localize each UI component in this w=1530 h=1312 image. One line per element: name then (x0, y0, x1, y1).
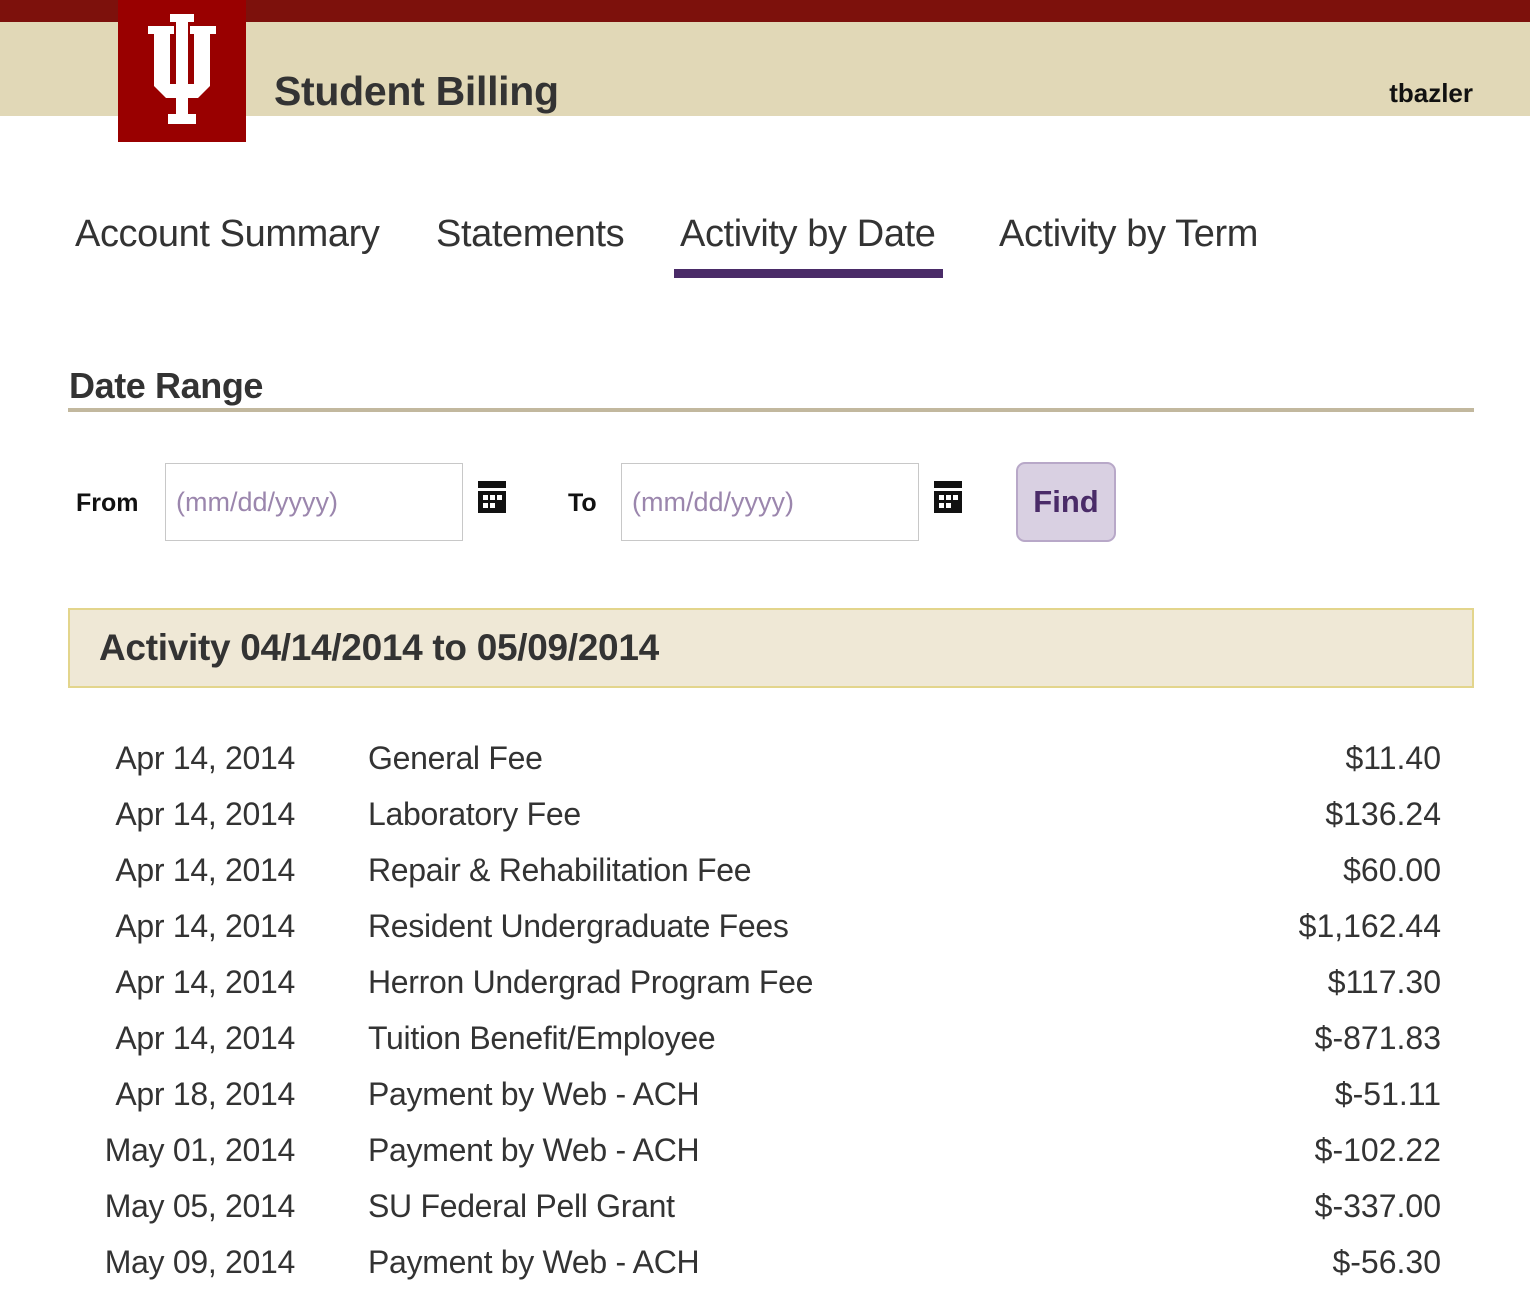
activity-date: May 09, 2014 (104, 1244, 296, 1280)
activity-row: May 09, 2014 Payment by Web - ACH $-56.3… (0, 1236, 1530, 1292)
activity-date: May 05, 2014 (104, 1188, 296, 1224)
tab-activity-by-term[interactable]: Activity by Term (999, 213, 1258, 256)
activity-amount: $117.30 (1327, 964, 1441, 1000)
activity-description: Payment by Web - ACH (368, 1132, 700, 1168)
activity-description: Payment by Web - ACH (368, 1244, 700, 1280)
trident-icon (148, 14, 216, 124)
date-range-heading: Date Range (69, 365, 264, 406)
activity-amount: $-871.83 (1314, 1020, 1441, 1056)
from-date-input[interactable] (165, 463, 463, 541)
activity-date: Apr 14, 2014 (115, 740, 295, 776)
tab-account-summary[interactable]: Account Summary (75, 213, 380, 256)
tab-activity-by-date[interactable]: Activity by Date (673, 213, 944, 278)
activity-title: Activity 04/14/2014 to 05/09/2014 (99, 627, 659, 668)
activity-amount: $-102.22 (1314, 1132, 1441, 1168)
activity-row: May 05, 2014 SU Federal Pell Grant $-337… (0, 1180, 1530, 1236)
activity-description: Herron Undergrad Program Fee (368, 964, 814, 1000)
activity-date: Apr 14, 2014 (115, 908, 295, 944)
find-button[interactable]: Find (1016, 462, 1116, 542)
from-calendar-icon[interactable] (478, 481, 508, 515)
activity-row: May 01, 2014 Payment by Web - ACH $-102.… (0, 1124, 1530, 1180)
section-divider (68, 408, 1474, 412)
to-date-input[interactable] (621, 463, 919, 541)
activity-amount: $-51.11 (1334, 1076, 1441, 1112)
activity-description: Laboratory Fee (368, 796, 581, 832)
activity-date: Apr 14, 2014 (115, 1020, 295, 1056)
tab-statements[interactable]: Statements (436, 213, 625, 256)
main-nav: Account Summary Statements Activity by D… (0, 213, 1530, 283)
activity-header: Activity 04/14/2014 to 05/09/2014 (68, 608, 1474, 688)
iu-trident-logo[interactable] (118, 0, 246, 142)
activity-amount: $11.40 (1345, 740, 1442, 776)
activity-list: Apr 14, 2014 General Fee $11.40 Apr 14, … (0, 732, 1530, 1292)
activity-description: Repair & Rehabilitation Fee (368, 852, 752, 888)
activity-date: Apr 18, 2014 (115, 1076, 295, 1112)
activity-row: Apr 14, 2014 Laboratory Fee $136.24 (0, 788, 1530, 844)
to-calendar-icon[interactable] (934, 481, 964, 515)
activity-row: Apr 14, 2014 Resident Undergraduate Fees… (0, 900, 1530, 956)
activity-description: Payment by Web - ACH (368, 1076, 700, 1112)
activity-description: SU Federal Pell Grant (368, 1188, 675, 1224)
activity-amount: $-56.30 (1332, 1244, 1441, 1280)
activity-date: Apr 14, 2014 (115, 964, 295, 1000)
from-label: From (76, 489, 139, 517)
app-title: Student Billing (274, 68, 559, 114)
activity-amount: $136.24 (1325, 796, 1441, 832)
activity-date: Apr 14, 2014 (115, 796, 295, 832)
activity-description: Tuition Benefit/Employee (368, 1020, 716, 1056)
activity-row: Apr 14, 2014 Repair & Rehabilitation Fee… (0, 844, 1530, 900)
activity-row: Apr 14, 2014 Herron Undergrad Program Fe… (0, 956, 1530, 1012)
to-label: To (568, 489, 597, 517)
activity-row: Apr 18, 2014 Payment by Web - ACH $-51.1… (0, 1068, 1530, 1124)
activity-date: Apr 14, 2014 (115, 852, 295, 888)
activity-description: Resident Undergraduate Fees (368, 908, 789, 944)
activity-date: May 01, 2014 (104, 1132, 296, 1168)
activity-row: Apr 14, 2014 General Fee $11.40 (0, 732, 1530, 788)
username[interactable]: tbazler (1389, 78, 1473, 109)
activity-amount: $-337.00 (1314, 1188, 1441, 1224)
activity-row: Apr 14, 2014 Tuition Benefit/Employee $-… (0, 1012, 1530, 1068)
activity-amount: $60.00 (1343, 852, 1441, 888)
activity-amount: $1,162.44 (1298, 908, 1441, 944)
activity-description: General Fee (368, 740, 543, 776)
